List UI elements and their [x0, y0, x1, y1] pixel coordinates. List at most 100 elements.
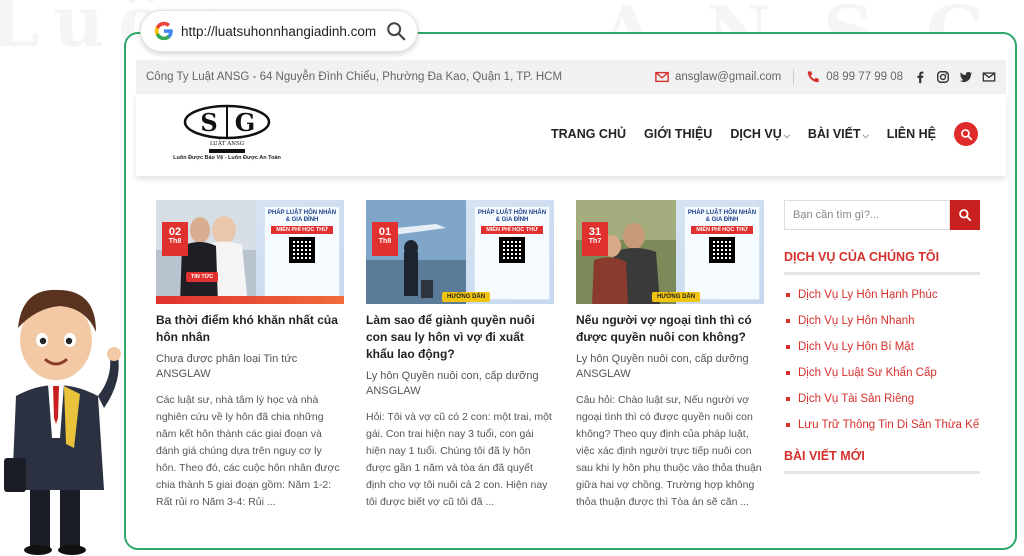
- post-author[interactable]: ANSGLAW: [576, 368, 764, 380]
- nav-contact[interactable]: LIÊN HỆ: [887, 127, 936, 141]
- svg-text:G: G: [235, 108, 256, 137]
- nav-articles[interactable]: BÀI VIẾT ⌵: [808, 127, 869, 141]
- post-card[interactable]: 31 Th7 PHÁP LUẬT HÔN NHÂN & GIA ĐÌNH MIỄ…: [576, 200, 764, 511]
- services-list: Dịch Vụ Ly Hôn Hạnh Phúc Dịch Vụ Ly Hôn …: [784, 287, 980, 433]
- post-tag: HƯỚNG DẪN: [652, 292, 701, 302]
- service-link[interactable]: Dịch Vụ Ly Hôn Hạnh Phúc: [784, 287, 980, 303]
- svg-text:S: S: [200, 108, 217, 137]
- service-link[interactable]: Lưu Trữ Thông Tin Di Sản Thừa Kế: [784, 417, 980, 433]
- logo-tagline: Luôn Được Bảo Vệ - Luôn Được An Toàn: [173, 155, 281, 161]
- address-bar[interactable]: http://luatsuhonnhangiadinh.com: [140, 10, 418, 52]
- ad-cta: MIỄN PHÍ HỌC THỬ: [691, 226, 753, 234]
- sidebar: Bạn cần tìm gì?... DỊCH VỤ CỦA CHÚNG TÔI…: [784, 200, 980, 474]
- services-heading: DỊCH VỤ CỦA CHÚNG TÔI: [784, 250, 940, 264]
- chevron-down-icon: ⌵: [862, 131, 869, 140]
- qr-code-icon: [709, 237, 735, 263]
- nav-services-label: DỊCH VỤ: [730, 127, 782, 141]
- site-header: S G LUẬT ANSG Luôn Được Bảo Vệ - Luôn Đư…: [136, 94, 1006, 176]
- company-address: Công Ty Luật ANSG - 64 Nguyễn Đình Chiểu…: [146, 71, 563, 83]
- post-category[interactable]: Ly hôn Quyền nuôi con, cấp dưỡng: [576, 352, 764, 366]
- search-button[interactable]: [950, 200, 980, 230]
- google-icon: [154, 21, 173, 41]
- post-list: 02 Th8 PHÁP LUẬT HÔN NHÂN & GIA ĐÌNH MIỄ…: [156, 200, 776, 540]
- search-input[interactable]: Bạn cần tìm gì?...: [784, 200, 950, 230]
- post-title[interactable]: Làm sao để giành quyền nuôi con sau ly h…: [366, 312, 554, 363]
- nav-search-button[interactable]: [954, 122, 978, 146]
- ad-title: PHÁP LUẬT HÔN NHÂN & GIA ĐÌNH: [687, 210, 757, 223]
- service-link[interactable]: Dịch Vụ Ly Hôn Nhanh: [784, 313, 980, 329]
- post-card[interactable]: 01 Th8 PHÁP LUẬT HÔN NHÂN & GIA ĐÌNH MIỄ…: [366, 200, 554, 511]
- post-excerpt: Hỏi: Tôi và vợ cũ có 2 con: một trai, mộ…: [366, 411, 552, 508]
- post-thumbnail[interactable]: 02 Th8 PHÁP LUẬT HÔN NHÂN & GIA ĐÌNH MIỄ…: [156, 200, 344, 304]
- qr-code-icon: [499, 237, 525, 263]
- contact-info: ansglaw@gmail.com 08 99 77 99 08: [655, 69, 903, 85]
- service-link[interactable]: Dịch Vụ Tài Sản Riêng: [784, 391, 980, 407]
- post-author[interactable]: ANSGLAW: [156, 368, 344, 380]
- envelope-icon[interactable]: [982, 70, 996, 84]
- email-link[interactable]: ansglaw@gmail.com: [675, 71, 781, 83]
- post-category[interactable]: Ly hôn Quyền nuôi con, cấp dưỡng: [366, 369, 554, 383]
- nav-about-label: GIỚI THIỆU: [644, 127, 713, 141]
- divider: [784, 471, 980, 474]
- post-title[interactable]: Nếu người vợ ngoại tình thì có được quyề…: [576, 312, 764, 346]
- top-info-bar: Công Ty Luật ANSG - 64 Nguyễn Đình Chiểu…: [136, 60, 1006, 94]
- lawyer-mascot-illustration: [4, 289, 121, 555]
- instagram-icon[interactable]: [936, 70, 950, 84]
- post-tag: TIN TỨC: [186, 272, 219, 282]
- site-logo[interactable]: S G LUẬT ANSG Luôn Được Bảo Vệ - Luôn Đư…: [162, 104, 292, 168]
- sidebar-search: Bạn cần tìm gì?...: [784, 200, 980, 230]
- logo-mark: S G LUẬT ANSG: [183, 104, 271, 147]
- main-nav: TRANG CHỦ GIỚI THIỆU DỊCH VỤ ⌵ BÀI VIẾT ⌵ …: [551, 122, 978, 146]
- date-month: Th8: [168, 238, 182, 245]
- post-tag: HƯỚNG DẪN: [442, 292, 491, 302]
- facebook-icon[interactable]: [913, 70, 927, 84]
- nav-home[interactable]: TRANG CHỦ: [551, 127, 626, 141]
- ad-title: PHÁP LUẬT HÔN NHÂN & GIA ĐÌNH: [477, 210, 547, 223]
- url-text[interactable]: http://luatsuhonnhangiadinh.com: [181, 24, 379, 39]
- nav-about[interactable]: GIỚI THIỆU: [644, 127, 712, 141]
- post-excerpt: Các luật sư, nhà tâm lý học và nhà nghiê…: [156, 394, 340, 508]
- ad-title: PHÁP LUẬT HÔN NHÂN & GIA ĐÌNH: [267, 210, 337, 223]
- date-day: 01: [378, 226, 392, 238]
- post-excerpt: Câu hỏi: Chào luật sư, Nếu người vợ ngoạ…: [576, 394, 762, 508]
- search-icon: [960, 128, 972, 140]
- post-author[interactable]: ANSGLAW: [366, 385, 554, 397]
- divider: [784, 272, 980, 275]
- divider: [793, 69, 795, 85]
- course-ad: PHÁP LUẬT HÔN NHÂN & GIA ĐÌNH MIỄN PHÍ H…: [474, 206, 550, 300]
- date-badge: 01 Th8: [372, 222, 398, 256]
- date-day: 02: [168, 226, 182, 238]
- svg-text:LUẬT ANSG: LUẬT ANSG: [210, 139, 244, 147]
- date-badge: 31 Th7: [582, 222, 608, 256]
- course-ad: PHÁP LUẬT HÔN NHÂN & GIA ĐÌNH MIỄN PHÍ H…: [684, 206, 760, 300]
- website-frame: Công Ty Luật ANSG - 64 Nguyễn Đình Chiểu…: [124, 32, 1017, 550]
- course-ad: PHÁP LUẬT HÔN NHÂN & GIA ĐÌNH MIỄN PHÍ H…: [264, 206, 340, 300]
- phone-link[interactable]: 08 99 77 99 08: [826, 71, 903, 83]
- service-link[interactable]: Dịch Vụ Ly Hôn Bí Mật: [784, 339, 980, 355]
- ad-cta: MIỄN PHÍ HỌC THỬ: [271, 226, 333, 234]
- post-title[interactable]: Ba thời điểm khó khăn nhất của hôn nhân: [156, 312, 344, 346]
- social-links: [913, 70, 996, 84]
- twitter-icon[interactable]: [959, 70, 973, 84]
- phone-icon: [808, 71, 819, 83]
- nav-home-label: TRANG CHỦ: [551, 127, 627, 141]
- qr-code-icon: [289, 237, 315, 263]
- nav-articles-label: BÀI VIẾT: [807, 127, 861, 141]
- logo-bar: [209, 149, 245, 153]
- post-card[interactable]: 02 Th8 PHÁP LUẬT HÔN NHÂN & GIA ĐÌNH MIỄ…: [156, 200, 344, 511]
- ad-cta: MIỄN PHÍ HỌC THỬ: [481, 226, 543, 234]
- service-link[interactable]: Dịch Vụ Luật Sư Khẩn Cấp: [784, 365, 980, 381]
- search-icon[interactable]: [385, 20, 407, 42]
- date-month: Th7: [588, 238, 602, 245]
- post-thumbnail[interactable]: 01 Th8 PHÁP LUẬT HÔN NHÂN & GIA ĐÌNH MIỄ…: [366, 200, 554, 304]
- thumb-strip: [156, 296, 344, 304]
- date-badge: 02 Th8: [162, 222, 188, 256]
- recent-posts-heading: BÀI VIẾT MỚI: [784, 449, 865, 463]
- post-thumbnail[interactable]: 31 Th7 PHÁP LUẬT HÔN NHÂN & GIA ĐÌNH MIỄ…: [576, 200, 764, 304]
- mail-icon: [655, 71, 669, 83]
- post-category[interactable]: Chưa được phân loại Tin tức: [156, 352, 344, 366]
- nav-services[interactable]: DỊCH VỤ ⌵: [730, 127, 789, 141]
- nav-contact-label: LIÊN HỆ: [886, 127, 936, 141]
- chevron-down-icon: ⌵: [783, 131, 790, 140]
- date-day: 31: [588, 226, 602, 238]
